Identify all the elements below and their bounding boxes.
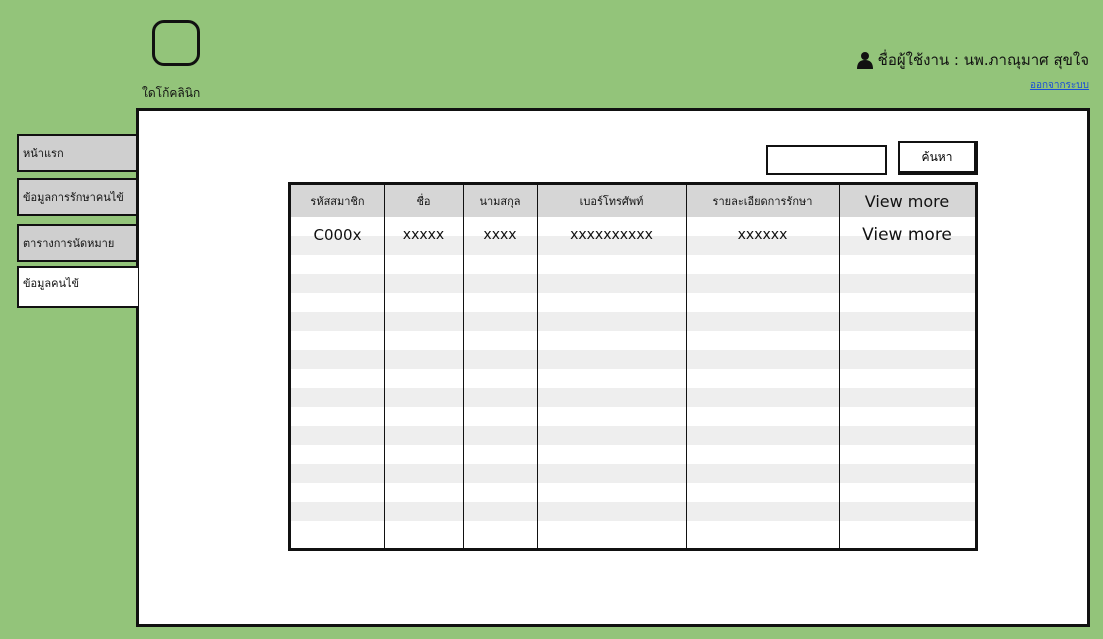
sidebar-item-label: ข้อมูลการรักษาคนไข้	[23, 191, 124, 204]
table-row	[291, 464, 975, 483]
table-row	[291, 426, 975, 445]
table-row	[291, 312, 975, 331]
logo-icon	[152, 20, 200, 66]
table-row	[291, 350, 975, 369]
search-input[interactable]	[766, 145, 887, 175]
search-button[interactable]: ค้นหา	[898, 141, 978, 175]
table-row	[291, 255, 975, 274]
column-header-phone: เบอร์โทรศัพท์	[579, 195, 644, 208]
table-row	[291, 502, 975, 521]
column-header-first-name: ชื่อ	[416, 195, 431, 208]
user-area: ชื่อผู้ใช้งาน : นพ.ภาณุมาศ สุขใจ ออกจากร…	[856, 48, 1089, 93]
user-name-label: ชื่อผู้ใช้งาน : นพ.ภาณุมาศ สุขใจ	[877, 51, 1089, 69]
sidebar-item-treatment-info[interactable]: ข้อมูลการรักษาคนไข้	[17, 178, 136, 216]
patient-table: รหัสสมาชิก ชื่อ นามสกุล เบอร์โทรศัพท์ รา…	[288, 182, 978, 551]
table-cell-treatment-details: xxxxxx	[737, 227, 788, 243]
table-cell-phone: xxxxxxxxxx	[570, 227, 653, 243]
table-row	[291, 407, 975, 426]
view-more-link[interactable]: View more	[839, 221, 975, 249]
sidebar-item-label: หน้าแรก	[23, 147, 64, 160]
sidebar-item-label: ข้อมูลคนไข้	[23, 277, 80, 290]
sidebar-item-patient-info[interactable]: ข้อมูลคนไข้	[17, 266, 138, 308]
column-divider	[463, 185, 464, 548]
column-header-last-name: นามสกุล	[479, 195, 521, 208]
sidebar-item-label: ตารางการนัดหมาย	[23, 237, 115, 250]
column-divider	[537, 185, 538, 548]
logout-link[interactable]: ออกจากระบบ	[1030, 78, 1089, 93]
user-icon	[856, 52, 873, 69]
table-cell-member-id: C000x	[313, 226, 362, 244]
app-name: ใดโก้คลินิก	[142, 86, 201, 100]
table-row	[291, 483, 975, 502]
column-divider	[839, 185, 840, 548]
table-row	[291, 331, 975, 350]
sidebar-item-appointments[interactable]: ตารางการนัดหมาย	[17, 224, 136, 262]
table-row	[291, 274, 975, 293]
table-row	[291, 521, 975, 540]
table-row	[291, 388, 975, 407]
column-divider	[384, 185, 385, 548]
sidebar-item-home[interactable]: หน้าแรก	[17, 134, 136, 172]
column-header-member-id: รหัสสมาชิก	[310, 195, 365, 208]
table-row	[291, 369, 975, 388]
table-row	[291, 445, 975, 464]
column-header-view-more: View more	[864, 191, 950, 211]
table-cell-first-name: xxxxx	[402, 227, 445, 243]
column-divider	[686, 185, 687, 548]
table-cell-last-name: xxxx	[483, 227, 517, 243]
column-header-treatment-details: รายละเอียดการรักษา	[712, 195, 813, 208]
user-info: ชื่อผู้ใช้งาน : นพ.ภาณุมาศ สุขใจ	[856, 48, 1089, 72]
table-row	[291, 293, 975, 312]
